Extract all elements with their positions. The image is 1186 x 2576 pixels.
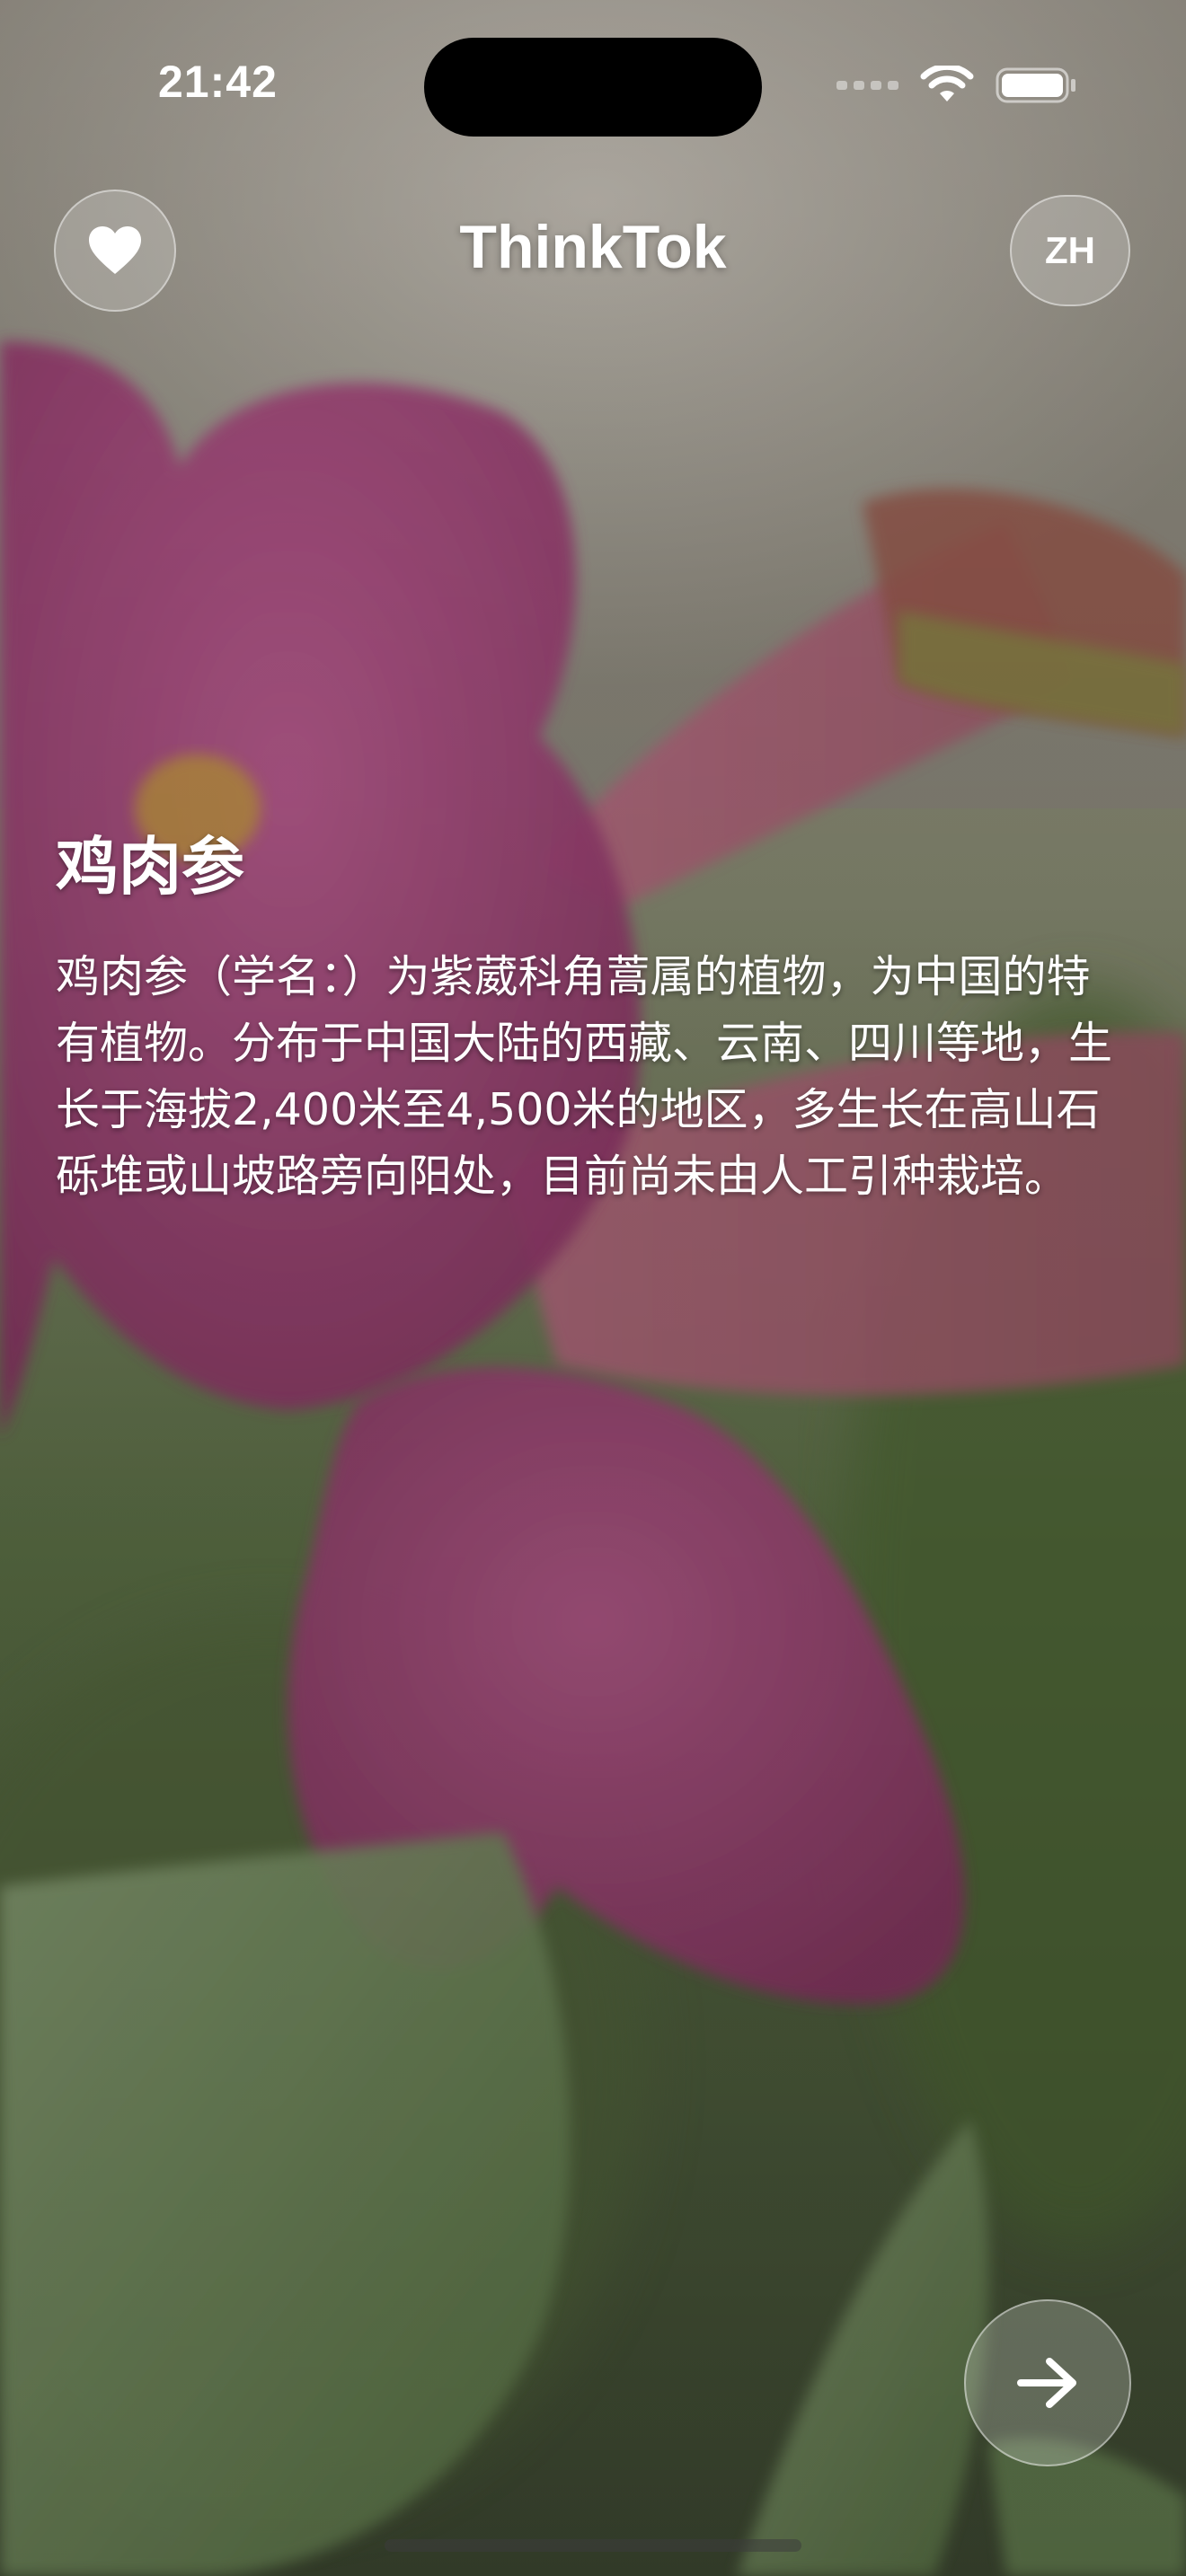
article-card: 鸡肉参 鸡肉参（学名：）为紫葳科角蒿属的植物，为中国的特有植物。分布于中国大陆的… (56, 822, 1134, 1210)
dynamic-island (424, 38, 762, 137)
article-title: 鸡肉参 (56, 830, 244, 904)
status-time: 21:42 (158, 57, 278, 107)
photo-dim-overlay (0, 0, 1186, 2576)
app-screen: 21:42 ThinkTok ZH 鸡肉参 鸡肉参（学名：）为紫葳科角蒿属的植物… (0, 0, 1186, 2576)
next-button[interactable] (964, 2299, 1131, 2466)
cellular-signal-icon (836, 81, 898, 90)
language-label: ZH (1045, 229, 1095, 271)
app-title: ThinkTok (459, 213, 727, 281)
home-indicator[interactable] (385, 2539, 801, 2552)
arrow-right-icon (1017, 2358, 1076, 2408)
language-toggle-button[interactable]: ZH (1010, 195, 1130, 306)
battery-icon (996, 67, 1075, 103)
wifi-icon (920, 66, 974, 101)
status-icons (836, 63, 1078, 108)
article-body: 鸡肉参（学名：）为紫葳科角蒿属的植物，为中国的特有植物。分布于中国大陆的西藏、云… (56, 951, 1113, 1202)
